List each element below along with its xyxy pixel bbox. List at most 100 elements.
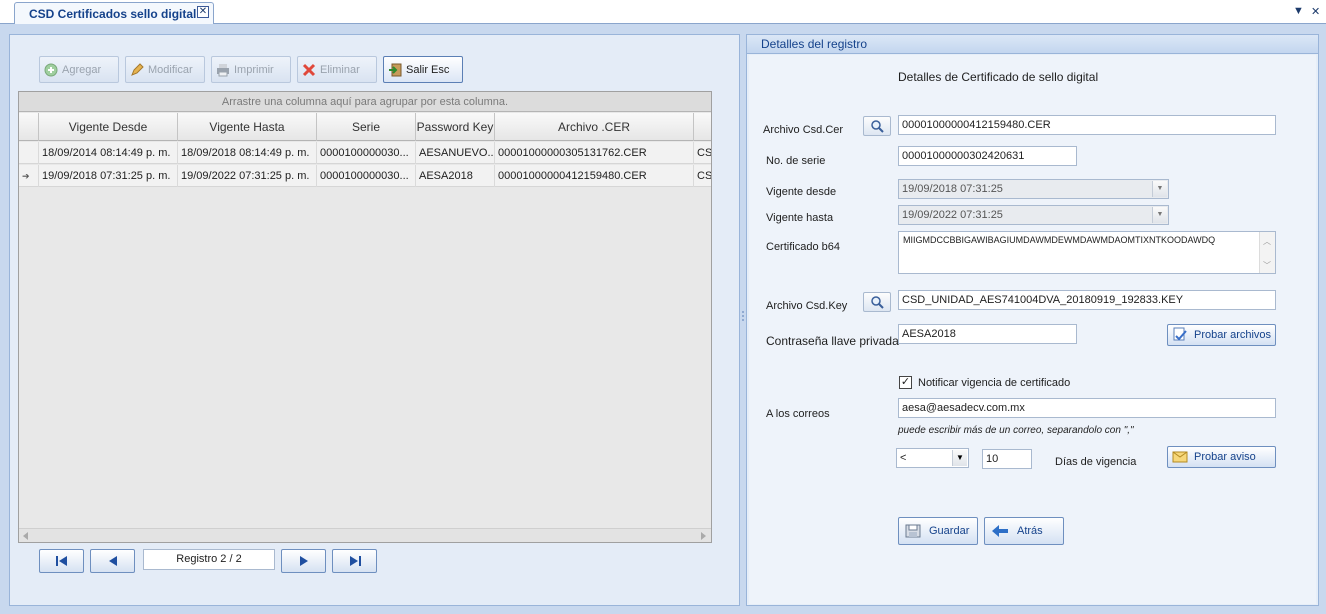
printer-icon xyxy=(217,63,229,76)
cell-serie: 0000100000030... xyxy=(317,165,416,187)
memo-scrollbar[interactable]: ︿ ﹀ xyxy=(1259,232,1275,273)
next-record-icon xyxy=(299,556,308,566)
vigente-desde-label: Vigente desde xyxy=(766,186,837,198)
modificar-button[interactable]: Modificar xyxy=(125,56,205,83)
cell-vigente-hasta: 19/09/2022 07:31:25 p. m. xyxy=(178,165,317,187)
agregar-label: Agregar xyxy=(62,63,102,76)
scroll-left-icon[interactable] xyxy=(23,532,29,540)
column-header-password-key[interactable]: Password Key xyxy=(416,113,495,141)
vigente-hasta-value: 19/09/2022 07:31:25 xyxy=(902,209,1003,221)
certificado-value: MIIGMDCCBBIGAWIBAGIUMDAWMDEWMDAWMDAOMTIX… xyxy=(903,235,1216,245)
notificar-label: Notificar vigencia de certificado xyxy=(918,377,1071,389)
table-row[interactable]: 18/09/2014 08:14:49 p. m. 18/09/2018 08:… xyxy=(19,142,711,164)
certificado-memo[interactable]: MIIGMDCCBBIGAWIBAGIUMDAWMDEWMDAWMDAOMTIX… xyxy=(898,231,1276,274)
correos-field[interactable]: aesa@aesadecv.com.mx xyxy=(898,398,1276,418)
cell-vigente-desde: 19/09/2018 07:31:25 p. m. xyxy=(39,165,178,187)
row-indicator-header xyxy=(19,113,39,141)
operator-value: < xyxy=(900,452,907,464)
first-record-button[interactable] xyxy=(39,549,84,573)
chevron-down-icon[interactable]: ▼ xyxy=(952,450,967,466)
window-close-icon[interactable]: ✕ xyxy=(1311,5,1320,18)
salir-button[interactable]: Salir Esc xyxy=(383,56,463,83)
dias-field[interactable]: 10 xyxy=(982,449,1032,469)
password-label: Contraseña llave privada xyxy=(766,334,899,348)
archivo-cer-field[interactable]: 00001000000412159480.CER xyxy=(898,115,1276,135)
next-record-button[interactable] xyxy=(281,549,326,573)
vigente-hasta-field: 19/09/2022 07:31:25 ▼ xyxy=(898,205,1169,225)
atras-button[interactable]: Atrás xyxy=(984,517,1064,545)
no-serie-field[interactable]: 00001000000302420631 xyxy=(898,146,1077,166)
add-icon xyxy=(44,63,58,76)
imprimir-button[interactable]: Imprimir xyxy=(211,56,291,83)
tab-title: CSD Certificados sello digital xyxy=(29,7,197,21)
records-grid: Arrastre una columna aquí para agrupar p… xyxy=(18,91,712,543)
correos-label: A los correos xyxy=(766,408,830,420)
archivo-key-field[interactable]: CSD_UNIDAD_AES741004DVA_20180919_192833.… xyxy=(898,290,1276,310)
column-header-vigente-hasta[interactable]: Vigente Hasta xyxy=(178,113,317,141)
cell-vigente-desde: 18/09/2014 08:14:49 p. m. xyxy=(39,142,178,164)
row-indicator xyxy=(19,142,39,164)
probar-archivos-label: Probar archivos xyxy=(1194,329,1272,341)
archivo-key-label: Archivo Csd.Key xyxy=(766,300,848,312)
eliminar-label: Eliminar xyxy=(320,63,360,76)
previous-record-icon xyxy=(108,556,117,566)
scroll-right-icon[interactable] xyxy=(701,532,707,540)
last-record-button[interactable] xyxy=(332,549,377,573)
magnifier-icon xyxy=(871,296,884,309)
pencil-icon xyxy=(131,62,144,76)
probar-archivos-button[interactable]: Probar archivos xyxy=(1167,324,1276,346)
tab-csd-certificados[interactable]: CSD Certificados sello digital ✕ xyxy=(14,2,214,24)
browse-cer-button[interactable] xyxy=(863,116,891,136)
no-serie-label: No. de serie xyxy=(766,155,826,167)
atras-label: Atrás xyxy=(1017,525,1043,537)
cell-vigente-hasta: 18/09/2018 08:14:49 p. m. xyxy=(178,142,317,164)
imprimir-label: Imprimir xyxy=(234,63,274,76)
agregar-button[interactable]: Agregar xyxy=(39,56,119,83)
save-icon xyxy=(905,524,921,538)
vigente-desde-field: 19/09/2018 07:31:25 ▼ xyxy=(898,179,1169,199)
grid-header: Vigente Desde Vigente Hasta Serie Passwo… xyxy=(19,113,711,141)
arrow-left-icon xyxy=(992,525,1008,537)
browse-key-button[interactable] xyxy=(863,292,891,312)
cell-archivo-key: CSI xyxy=(697,147,711,159)
probar-aviso-button[interactable]: Probar aviso xyxy=(1167,446,1276,468)
table-row[interactable]: ➔ 19/09/2018 07:31:25 p. m. 19/09/2022 0… xyxy=(19,165,711,187)
last-record-icon xyxy=(349,556,361,566)
column-header-archivo-cer[interactable]: Archivo .CER xyxy=(495,113,694,141)
scroll-up-icon[interactable]: ︿ xyxy=(1260,236,1274,247)
grid-horizontal-scrollbar[interactable] xyxy=(19,528,711,542)
details-panel: Detalles del registro Detalles de Certif… xyxy=(746,34,1319,606)
salir-label: Salir Esc xyxy=(406,63,450,76)
eliminar-button[interactable]: Eliminar xyxy=(297,56,377,83)
chevron-down-icon: ▼ xyxy=(1152,181,1167,197)
window-dropdown-icon[interactable]: ▼ xyxy=(1293,5,1304,17)
records-panel: Agregar Modificar Imprimir Eliminar Sali… xyxy=(9,34,740,606)
column-header-serie[interactable]: Serie xyxy=(317,113,416,141)
vigente-hasta-label: Vigente hasta xyxy=(766,212,834,224)
exit-icon xyxy=(389,63,402,76)
guardar-button[interactable]: Guardar xyxy=(898,517,978,545)
cell-archivo-cer: 00001000000412159480.CER xyxy=(495,165,694,187)
probar-aviso-label: Probar aviso xyxy=(1194,451,1256,463)
notificar-checkbox[interactable]: ✓ xyxy=(899,376,912,389)
password-field[interactable]: AESA2018 xyxy=(898,324,1077,344)
certificado-label: Certificado b64 xyxy=(766,241,840,253)
tab-close-icon[interactable]: ✕ xyxy=(197,6,209,18)
details-title: Detalles de Certificado de sello digital xyxy=(898,70,1099,84)
cell-archivo-key: CSI xyxy=(697,170,711,182)
archivo-cer-label: Archivo Csd.Cer xyxy=(763,124,844,136)
first-record-icon xyxy=(55,556,67,566)
dias-label: Días de vigencia xyxy=(1055,456,1137,468)
operator-select[interactable]: < ▼ xyxy=(896,448,969,468)
cell-serie: 0000100000030... xyxy=(317,142,416,164)
envelope-icon xyxy=(1172,451,1188,463)
current-row-icon: ➔ xyxy=(19,165,39,187)
column-header-vigente-desde[interactable]: Vigente Desde xyxy=(39,113,178,141)
record-position: Registro 2 / 2 xyxy=(143,549,275,570)
magnifier-icon xyxy=(871,120,884,133)
previous-record-button[interactable] xyxy=(90,549,135,573)
panel-splitter[interactable] xyxy=(741,310,745,322)
details-body: Detalles de Certificado de sello digital… xyxy=(749,55,1316,604)
cell-password-key: AESA2018 xyxy=(416,165,495,187)
scroll-down-icon[interactable]: ﹀ xyxy=(1260,260,1274,271)
